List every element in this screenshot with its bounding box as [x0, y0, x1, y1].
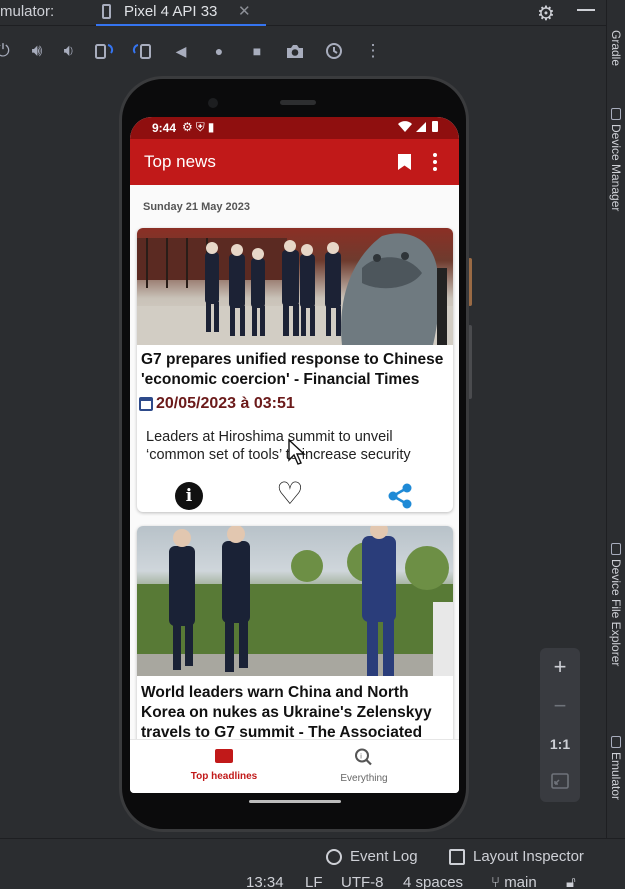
zoom-controls: + − 1:1: [540, 648, 580, 802]
nav-everything[interactable]: i Everything: [304, 748, 424, 784]
front-camera: [208, 98, 218, 108]
share-icon[interactable]: [385, 481, 415, 511]
gesture-bar[interactable]: [249, 800, 341, 803]
camera-icon[interactable]: [284, 40, 306, 62]
lock-icon[interactable]: 🔓︎: [566, 874, 576, 889]
event-log-button[interactable]: Event Log: [326, 848, 418, 865]
emulator-icon: [611, 736, 621, 748]
status-time: 9:44: [152, 121, 177, 135]
emulator-panel-title: mulator:: [0, 3, 55, 20]
nav-label: Top headlines: [190, 771, 258, 782]
minimize-icon[interactable]: [577, 9, 595, 11]
file-explorer-icon: [611, 543, 621, 555]
device-icon: [102, 4, 111, 19]
layout-inspector-button[interactable]: Layout Inspector: [449, 848, 584, 865]
status-system-icons: [397, 120, 441, 136]
volume-up-icon[interactable]: 🔊︎: [26, 40, 48, 62]
current-date: Sunday 21 May 2023: [143, 201, 251, 213]
device-manager-tool[interactable]: Device Manager: [609, 108, 623, 211]
fit-screen-icon[interactable]: [540, 772, 580, 795]
overflow-menu-icon[interactable]: [433, 153, 437, 171]
earpiece: [280, 100, 316, 105]
app-bar: Top news: [130, 139, 459, 185]
zoom-in-button[interactable]: +: [540, 654, 580, 680]
gradle-tool[interactable]: Gradle: [609, 30, 623, 66]
more-icon[interactable]: ⋮: [362, 40, 384, 62]
git-branch[interactable]: ⑂ main: [491, 874, 537, 889]
device-file-explorer-tool[interactable]: Device File Explorer: [609, 543, 623, 666]
snapshot-icon[interactable]: [323, 40, 345, 62]
app-title: Top news: [144, 152, 216, 171]
device-tab[interactable]: Pixel 4 API 33 ✕: [96, 0, 266, 26]
android-status-bar: 9:44 ⚙⛨▮: [130, 117, 459, 139]
search-icon: i: [304, 748, 424, 769]
rotate-right-icon[interactable]: [131, 40, 153, 62]
article-card[interactable]: G7 prepares unified response to Chinese …: [137, 228, 453, 512]
article-title[interactable]: World leaders warn China and North Korea…: [141, 683, 451, 743]
nav-top-headlines[interactable]: Top headlines: [164, 748, 284, 782]
close-tab-icon[interactable]: ✕: [238, 2, 251, 20]
article-card[interactable]: World leaders warn China and North Korea…: [137, 526, 453, 756]
right-tool-strip: Gradle Device Manager Device File Explor…: [606, 0, 625, 840]
article-published-row: 20/05/2023 à 03:51: [139, 395, 295, 413]
line-separator[interactable]: LF: [305, 874, 323, 889]
file-encoding[interactable]: UTF-8: [341, 874, 384, 889]
branch-icon: ⑂: [491, 874, 501, 889]
emulator-toolbar: ⏻ 🔊︎ 🔉︎ ◀ ● ■ ⋮: [0, 34, 608, 68]
article-published-date: 20/05/2023 à 03:51: [156, 395, 295, 412]
back-icon[interactable]: ◀: [170, 40, 192, 62]
device-tab-label: Pixel 4 API 33: [124, 3, 218, 20]
article-image: [137, 526, 453, 676]
indent-setting[interactable]: 4 spaces: [403, 874, 463, 889]
nav-label: Everything: [340, 773, 388, 784]
event-log-icon: [326, 848, 342, 865]
ide-status-bar: 13:34 LF UTF-8 4 spaces ⑂ main 🔓︎: [0, 872, 625, 889]
bookmark-icon[interactable]: [398, 154, 411, 170]
caret-position[interactable]: 13:34: [246, 874, 284, 889]
svg-text:i: i: [360, 754, 362, 761]
actual-size-button[interactable]: 1:1: [540, 736, 580, 752]
newspaper-icon: [164, 748, 284, 767]
home-icon[interactable]: ●: [208, 40, 230, 62]
gear-icon[interactable]: ⚙: [537, 1, 555, 26]
zoom-out-button[interactable]: −: [540, 693, 580, 719]
ide-tab-bar: mulator: Pixel 4 API 33 ✕ ⚙: [0, 0, 608, 26]
power-icon[interactable]: ⏻: [0, 40, 14, 62]
rotate-left-icon[interactable]: [93, 40, 115, 62]
device-manager-icon: [611, 108, 621, 120]
volume-down-icon[interactable]: 🔉︎: [58, 40, 80, 62]
favorite-heart-icon[interactable]: ♡: [276, 478, 304, 510]
status-notification-icons: ⚙⛨▮: [182, 120, 218, 134]
calendar-icon: [139, 397, 153, 411]
emulator-tool[interactable]: Emulator: [609, 736, 623, 800]
article-image: [137, 228, 453, 345]
mouse-cursor-icon: [288, 438, 306, 465]
bottom-navigation: Top headlines i Everything: [130, 739, 459, 793]
article-title[interactable]: G7 prepares unified response to Chinese …: [141, 350, 451, 390]
layout-inspector-icon: [449, 848, 465, 865]
info-icon[interactable]: i: [175, 482, 203, 510]
overview-icon[interactable]: ■: [246, 40, 268, 62]
bottom-tool-bar: Event Log Layout Inspector: [0, 838, 625, 872]
